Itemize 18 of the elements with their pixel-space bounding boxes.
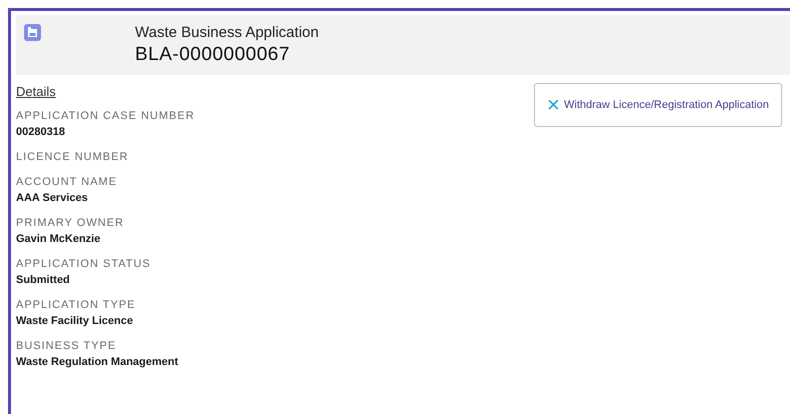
field-value: Waste Facility Licence bbox=[16, 314, 133, 329]
field-value: Waste Regulation Management bbox=[16, 355, 178, 370]
field-label: BUSINESS TYPE bbox=[16, 339, 116, 354]
field-label: APPLICATION TYPE bbox=[16, 298, 136, 313]
field-label: APPLICATION CASE NUMBER bbox=[16, 109, 195, 124]
record-icon bbox=[24, 24, 41, 41]
field-label: LICENCE NUMBER bbox=[16, 150, 128, 165]
object-type: Waste Business Application bbox=[135, 23, 319, 43]
field-value: 00280318 bbox=[16, 125, 65, 140]
field-label: ACCOUNT NAME bbox=[16, 175, 118, 190]
close-icon: × bbox=[547, 94, 560, 116]
details-tab[interactable]: Details bbox=[16, 84, 56, 100]
record-name: BLA-0000000067 bbox=[135, 43, 291, 67]
field-label: APPLICATION STATUS bbox=[16, 257, 151, 272]
field-label: PRIMARY OWNER bbox=[16, 216, 124, 231]
field-value: Submitted bbox=[16, 273, 70, 288]
field-value: Gavin McKenzie bbox=[16, 232, 100, 247]
field-value: AAA Services bbox=[16, 191, 88, 206]
